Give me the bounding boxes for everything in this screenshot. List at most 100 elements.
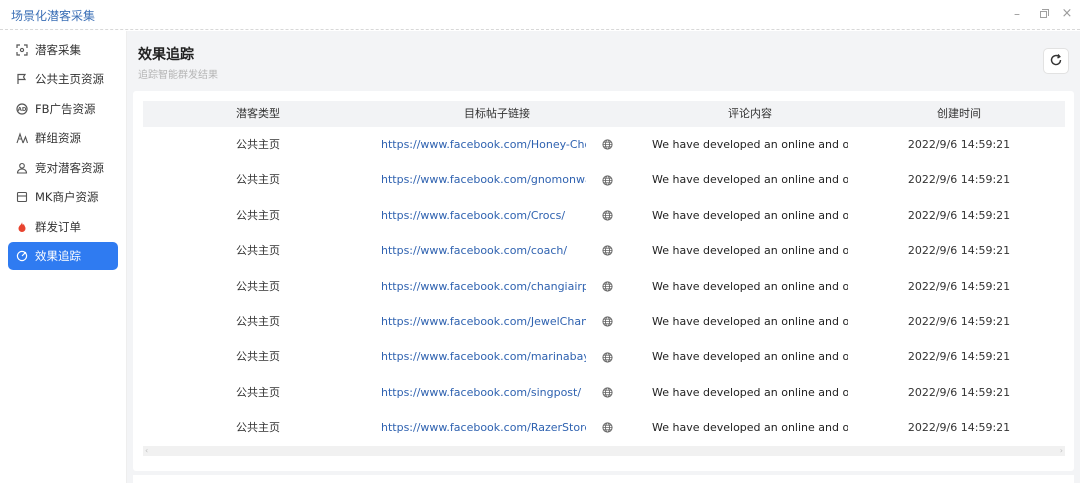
cell-type: 公共主页 [236,421,280,435]
cell-created-time: 2022/9/6 14:59:21 [907,244,1011,258]
sidebar-item-fb-ad-resources[interactable]: AD FB广告资源 [8,95,118,123]
horizontal-scrollbar[interactable]: ‹ › [143,446,1065,456]
svg-text:AD: AD [18,107,27,113]
cell-created-time: 2022/9/6 14:59:21 [907,385,1011,399]
cell-type: 公共主页 [236,350,280,364]
table-row: 公共主页 https://www.facebook.com/gnomonwatcl… [143,162,1065,197]
globe-icon[interactable] [602,233,616,268]
table-row: 公共主页 https://www.facebook.com/JewelChangi… [143,304,1065,339]
globe-icon[interactable] [602,410,616,445]
cell-target-link[interactable]: https://www.facebook.com/changiairport [381,269,586,304]
cell-comment: We have developed an online and offlir [652,385,848,399]
table-body: 公共主页 https://www.facebook.com/Honey-Choo-… [143,127,1065,446]
cell-created-time: 2022/9/6 14:59:21 [907,421,1011,435]
table-row: 公共主页 https://www.facebook.com/coach/We ha… [143,233,1065,268]
sidebar-item-label: 群发订单 [35,220,81,234]
cell-comment: We have developed an online and offlir [652,138,848,151]
results-table-card: 潜客类型 目标帖子链接 评论内容 创建时间 公共主页 https://www.fa… [133,91,1074,471]
close-icon[interactable]: × [1059,6,1075,22]
sidebar-item-label: 公共主页资源 [35,72,104,86]
cell-created-time: 2022/9/6 14:59:21 [907,138,1011,151]
cell-created-time: 2022/9/6 14:59:21 [907,279,1011,293]
sidebar-item-mk-merchant-resources[interactable]: MK商户资源 [8,183,118,211]
flag-icon [15,72,29,86]
minimize-icon[interactable]: – [1009,6,1025,22]
sidebar-item-label: MK商户资源 [35,190,99,204]
globe-icon[interactable] [602,198,616,233]
sidebar-item-effect-tracking[interactable]: 效果追踪 [8,242,118,270]
globe-icon[interactable] [602,339,616,374]
cell-target-link[interactable]: https://www.facebook.com/singpost/ [381,375,586,410]
scan-icon [15,43,29,57]
cell-comment: We have developed an online and offlir [652,350,848,364]
cell-created-time: 2022/9/6 14:59:21 [907,314,1011,328]
cell-type: 公共主页 [236,173,280,187]
cell-target-link[interactable]: https://www.facebook.com/coach/ [381,233,586,268]
cell-target-link[interactable]: https://www.facebook.com/RazerStoreSG [381,410,586,445]
sidebar-item-public-page-resources[interactable]: 公共主页资源 [8,65,118,93]
group-icon [15,131,29,145]
sidebar-item-label: 群组资源 [35,131,81,145]
refresh-button[interactable] [1043,48,1069,74]
cell-type: 公共主页 [236,385,280,399]
cell-created-time: 2022/9/6 14:59:21 [907,208,1011,222]
column-header-target-link: 目标帖子链接 [464,107,530,120]
maximize-icon[interactable] [1036,6,1052,22]
cell-comment: We have developed an online and offlir [652,208,848,222]
sidebar-item-label: 竞对潜客资源 [35,161,104,175]
app-title: 场景化潜客采集 [11,9,96,23]
cell-target-link[interactable]: https://www.facebook.com/JewelChangiA [381,304,586,339]
sidebar-item-mass-send-orders[interactable]: 群发订单 [8,213,118,241]
cell-type: 公共主页 [236,208,280,222]
user-icon [15,161,29,175]
cell-type: 公共主页 [236,279,280,293]
sidebar-item-label: FB广告资源 [35,102,96,116]
cell-comment: We have developed an online and offlir [652,314,848,328]
globe-icon[interactable] [602,375,616,410]
scroll-left-icon[interactable]: ‹ [145,446,148,456]
page-subtitle: 追踪智能群发结果 [138,70,218,81]
cell-type: 公共主页 [236,138,280,151]
ad-icon: AD [15,102,29,116]
cell-target-link[interactable]: https://www.facebook.com/marinabaysar [381,339,586,374]
flame-icon [15,220,29,234]
sidebar: 潜客采集 公共主页资源 AD FB广告资源 群组资源 竞对潜客资源 MK商户资源 [0,31,127,483]
cell-comment: We have developed an online and offlir [652,421,848,435]
sidebar-item-label: 效果追踪 [35,249,81,263]
table-header: 潜客类型 目标帖子链接 评论内容 创建时间 [143,101,1065,127]
globe-icon[interactable] [602,162,616,197]
sidebar-item-group-resources[interactable]: 群组资源 [8,124,118,152]
cell-created-time: 2022/9/6 14:59:21 [907,350,1011,364]
cell-comment: We have developed an online and offlir [652,279,848,293]
cell-comment: We have developed an online and offlir [652,244,848,258]
cell-created-time: 2022/9/6 14:59:21 [907,173,1011,187]
title-bar: 场景化潜客采集 – × [0,0,1080,30]
cell-target-link[interactable]: https://www.facebook.com/Crocs/ [381,198,586,233]
main-content: 效果追踪 追踪智能群发结果 潜客类型 目标帖子链接 评论内容 创建时间 公共主页… [127,31,1080,483]
table-row: 公共主页 https://www.facebook.com/singpost/We… [143,375,1065,410]
table-row: 公共主页 https://www.facebook.com/marinabaysa… [143,339,1065,374]
globe-icon[interactable] [602,304,616,339]
scroll-right-icon[interactable]: › [1060,446,1063,456]
refresh-icon [1049,53,1063,70]
track-icon [15,249,29,263]
table-row: 公共主页 https://www.facebook.com/RazerStoreS… [143,410,1065,445]
table-row: 公共主页 https://www.facebook.com/Crocs/We ha… [143,198,1065,233]
sidebar-item-label: 潜客采集 [35,43,81,57]
table-row: 公共主页 https://www.facebook.com/changiairpo… [143,269,1065,304]
column-header-created-time: 创建时间 [937,107,981,120]
cell-target-link[interactable]: https://www.facebook.com/gnomonwatcl [381,162,586,197]
cell-type: 公共主页 [236,314,280,328]
table-row: 公共主页 https://www.facebook.com/Honey-Choo-… [143,127,1065,162]
cell-comment: We have developed an online and offlir [652,173,848,187]
column-header-comment: 评论内容 [728,107,772,120]
column-header-type: 潜客类型 [236,107,280,120]
globe-icon[interactable] [602,269,616,304]
sidebar-item-competitor-resources[interactable]: 竞对潜客资源 [8,154,118,182]
cell-target-link[interactable]: https://www.facebook.com/Honey-Choo- [381,127,586,162]
cell-type: 公共主页 [236,244,280,258]
store-icon [15,190,29,204]
page-title: 效果追踪 [138,47,194,63]
globe-icon[interactable] [602,127,616,162]
sidebar-item-potential-customer-collection[interactable]: 潜客采集 [8,36,118,64]
